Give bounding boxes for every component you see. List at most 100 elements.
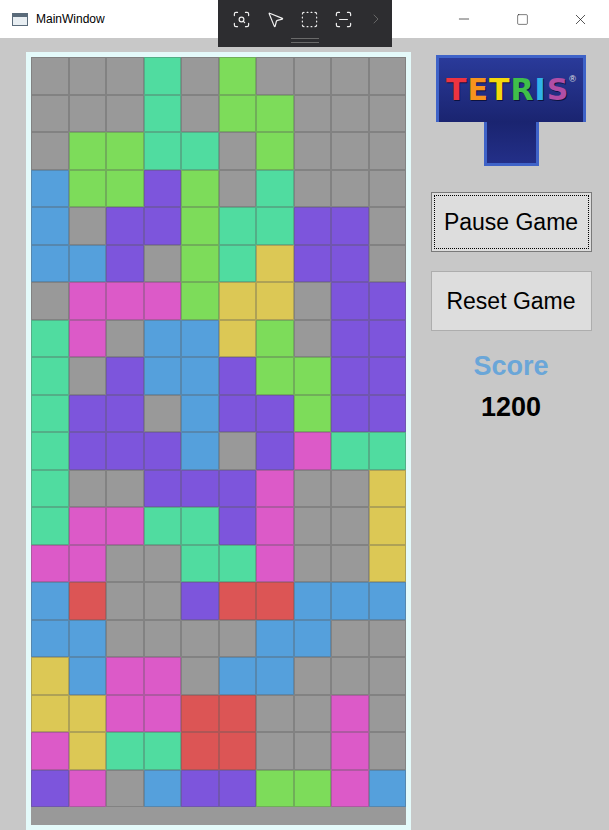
board-cell — [144, 207, 182, 245]
board-cell — [219, 170, 257, 208]
board-cell — [219, 245, 257, 283]
adorner-icon[interactable] — [300, 10, 319, 29]
live-tree-icon[interactable] — [232, 10, 251, 29]
board-cell — [219, 57, 257, 95]
board-cell — [294, 57, 332, 95]
board-cell — [106, 207, 144, 245]
board-cell — [219, 132, 257, 170]
board-cell — [331, 582, 369, 620]
board-cell — [331, 395, 369, 433]
board-cell — [219, 357, 257, 395]
board-cell — [294, 357, 332, 395]
board-cell — [369, 95, 407, 133]
board-cell — [256, 507, 294, 545]
board-cell — [144, 395, 182, 433]
board-cell — [31, 432, 69, 470]
board-cell — [369, 357, 407, 395]
expand-icon[interactable] — [368, 11, 384, 27]
board-cell — [31, 132, 69, 170]
board-cell — [144, 582, 182, 620]
board-cell — [219, 695, 257, 733]
board-cell — [31, 395, 69, 433]
game-button[interactable]: Reset Game — [431, 271, 592, 331]
logo-letter: T — [446, 75, 466, 105]
board-cell — [181, 357, 219, 395]
board-cell — [144, 545, 182, 583]
board-cell — [106, 432, 144, 470]
board-cell — [106, 282, 144, 320]
board-cell — [294, 470, 332, 508]
board-cell — [219, 432, 257, 470]
board-cell — [144, 470, 182, 508]
board-cell — [106, 770, 144, 808]
close-icon — [572, 11, 589, 28]
select-element-icon[interactable] — [266, 10, 285, 29]
board-cell — [256, 357, 294, 395]
close-button[interactable] — [551, 0, 609, 38]
board-cell — [69, 657, 107, 695]
debug-toolbar[interactable] — [218, 0, 392, 47]
board-cell — [31, 470, 69, 508]
board-cell — [181, 170, 219, 208]
board-cell — [219, 582, 257, 620]
board-cell — [144, 282, 182, 320]
board-cell — [181, 620, 219, 658]
board-cell — [219, 732, 257, 770]
board-cell — [369, 657, 407, 695]
board-cell — [369, 395, 407, 433]
board-cell — [181, 507, 219, 545]
board-cell — [369, 282, 407, 320]
board-cell — [31, 170, 69, 208]
board-cell — [181, 545, 219, 583]
board-cell — [69, 695, 107, 733]
board-cell — [144, 432, 182, 470]
board-cell — [331, 95, 369, 133]
board-cell — [256, 770, 294, 808]
grip-icon[interactable] — [291, 38, 319, 43]
board-cell — [181, 470, 219, 508]
logo-mark: ® — [569, 74, 576, 84]
board-cell — [219, 320, 257, 358]
board-cell — [144, 170, 182, 208]
board-cell — [331, 470, 369, 508]
layout-icon[interactable] — [334, 10, 353, 29]
board-cell — [369, 732, 407, 770]
maximize-button[interactable] — [493, 0, 551, 38]
board-cell — [144, 507, 182, 545]
board-cell — [219, 770, 257, 808]
board-cell — [69, 432, 107, 470]
board-cell — [331, 545, 369, 583]
board-cell — [106, 57, 144, 95]
tetris-logo: TETRIS® — [436, 55, 586, 166]
board-cell — [256, 470, 294, 508]
board-cell — [294, 170, 332, 208]
board-cell — [106, 582, 144, 620]
board-cell — [144, 95, 182, 133]
board-cell — [369, 170, 407, 208]
board-cell — [69, 57, 107, 95]
side-panel: TETRIS®Pause GameReset GameScore1200 — [429, 52, 593, 830]
board-cell — [144, 357, 182, 395]
board-cell — [181, 732, 219, 770]
board-cell — [256, 95, 294, 133]
board-cell — [31, 320, 69, 358]
board-cell — [256, 245, 294, 283]
board-cell — [256, 282, 294, 320]
board-cell — [31, 57, 69, 95]
game-button[interactable]: Pause Game — [431, 192, 592, 252]
board-cell — [106, 95, 144, 133]
board-cell — [69, 320, 107, 358]
logo-letter: I — [535, 75, 546, 105]
board-cell — [294, 732, 332, 770]
score-value: 1200 — [481, 392, 541, 423]
board-cell — [369, 470, 407, 508]
board-cell — [331, 620, 369, 658]
app-icon — [12, 13, 28, 26]
board-cell — [69, 132, 107, 170]
board-cell — [331, 507, 369, 545]
board-cell — [294, 282, 332, 320]
board-cell — [294, 320, 332, 358]
minimize-button[interactable] — [435, 0, 493, 38]
board-cell — [181, 770, 219, 808]
board-cell — [294, 395, 332, 433]
